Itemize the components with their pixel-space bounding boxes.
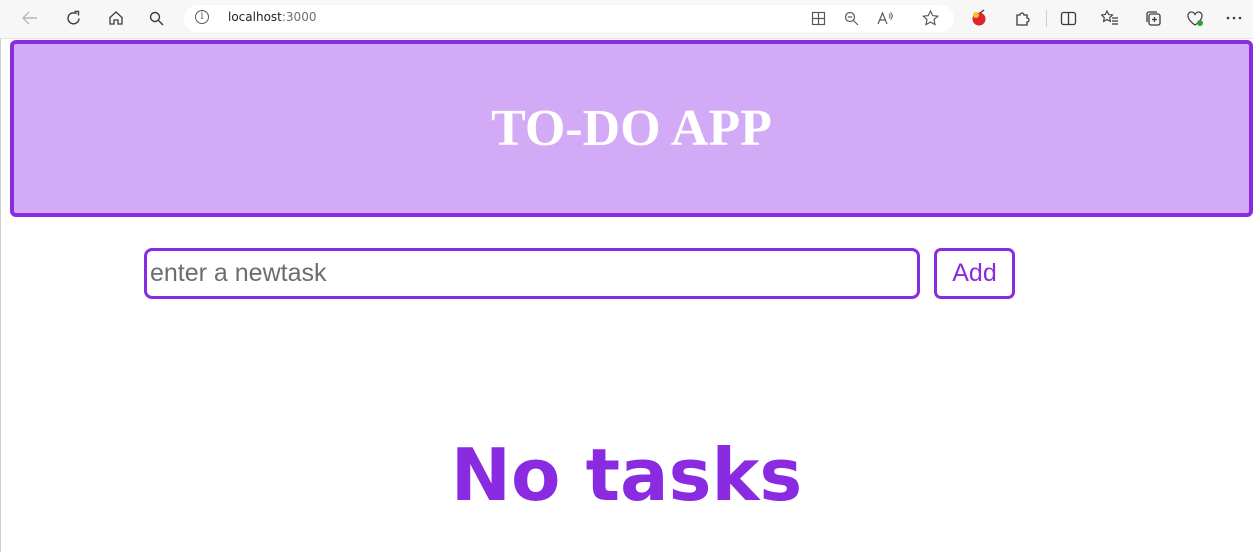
- address-host: localhost: [228, 10, 282, 24]
- collections-icon[interactable]: [1141, 6, 1165, 30]
- more-icon[interactable]: [1222, 6, 1246, 30]
- info-icon[interactable]: i: [195, 10, 209, 24]
- empty-state-message: No tasks: [450, 433, 803, 517]
- zoom-out-icon[interactable]: [839, 6, 863, 30]
- split-screen-icon[interactable]: [1056, 6, 1080, 30]
- star-icon[interactable]: [918, 6, 942, 30]
- puzzle-icon[interactable]: [1010, 6, 1034, 30]
- address-port: :3000: [281, 10, 317, 24]
- search-icon[interactable]: [144, 6, 168, 30]
- refresh-icon[interactable]: [61, 6, 85, 30]
- favorites-icon[interactable]: [1098, 6, 1122, 30]
- performance-icon[interactable]: [1183, 6, 1207, 30]
- add-task-button[interactable]: Add: [934, 248, 1015, 299]
- home-icon[interactable]: [104, 6, 128, 30]
- read-aloud-icon[interactable]: [873, 6, 897, 30]
- app-title: TO-DO APP: [491, 100, 772, 157]
- toolbar-separator: [1046, 10, 1047, 27]
- browser-toolbar: i localhost:3000: [0, 0, 1253, 39]
- app-available-icon[interactable]: [806, 6, 830, 30]
- app-header: TO-DO APP: [10, 40, 1253, 217]
- address-text[interactable]: localhost:3000: [228, 10, 316, 24]
- back-arrow-icon[interactable]: [18, 6, 42, 30]
- extension-icon[interactable]: [967, 6, 991, 30]
- new-task-input[interactable]: [144, 248, 920, 299]
